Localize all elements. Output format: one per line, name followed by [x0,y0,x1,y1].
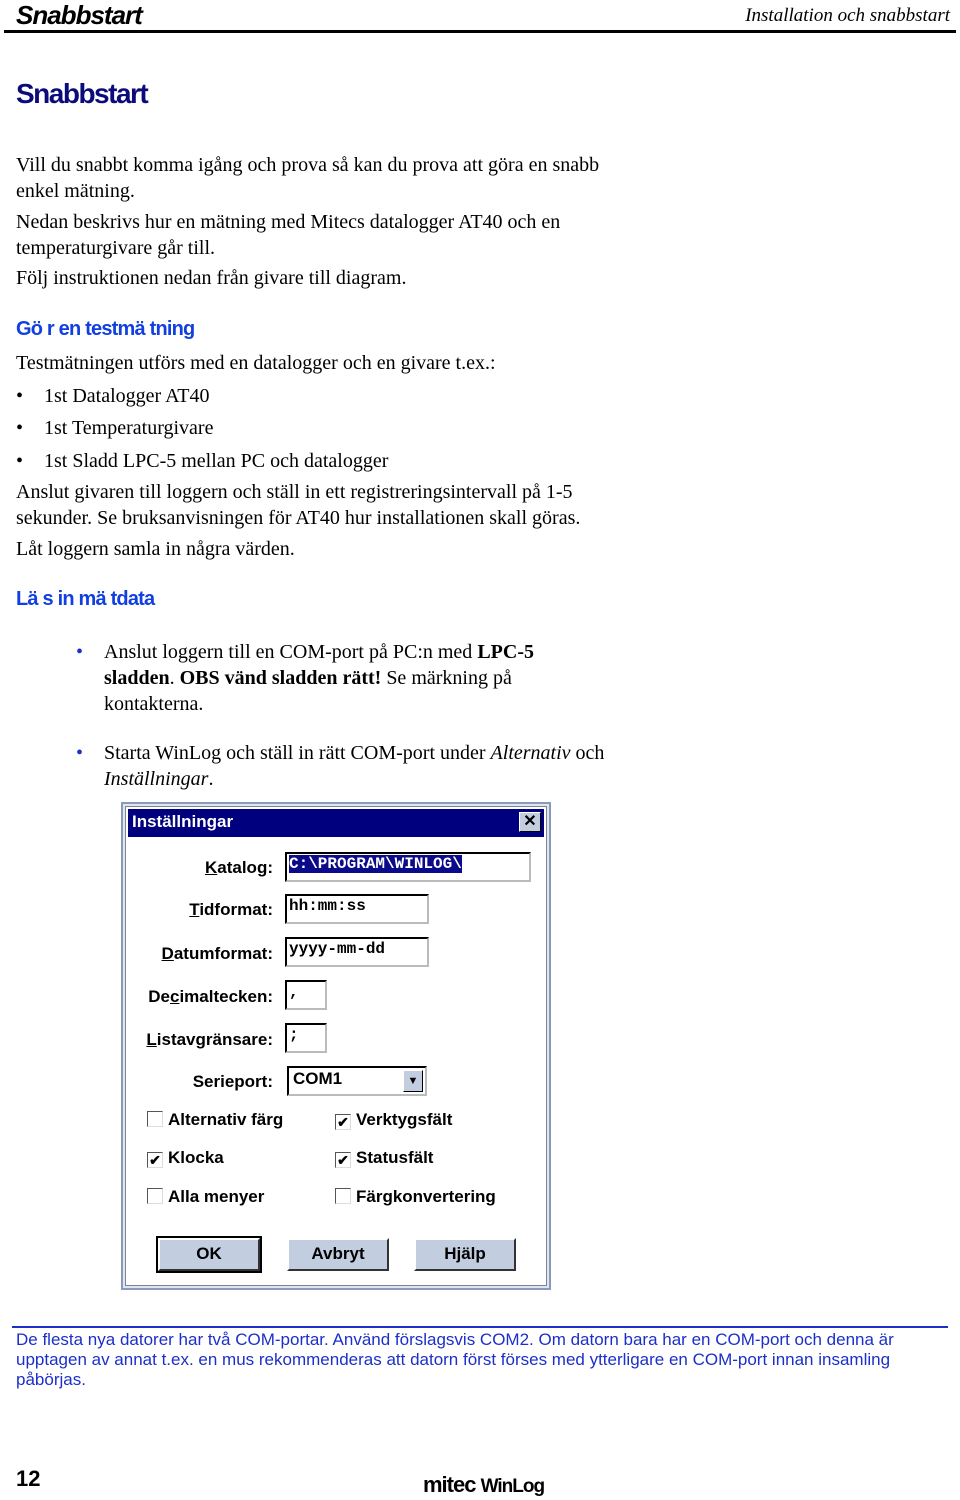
page-title: Snabbstart [16,78,149,109]
checkbox-alla-menyer[interactable]: Alla menyer [147,1187,264,1207]
serieport-label: Serieport: [192,1072,273,1091]
section1-lead: Testmätningen utförs med en datalogger o… [16,352,496,374]
page-number: 12 [16,1466,41,1491]
katalog-input[interactable]: C:\PROGRAM\WINLOG\ [285,852,531,882]
note-rule [12,1326,948,1328]
serieport-select[interactable]: COM1 ▼ [287,1066,427,1096]
decimaltecken-label: Decimaltecken: [148,987,273,1006]
section1-p1: Anslut givaren till loggern och ställ in… [16,481,581,529]
close-icon[interactable]: ✕ [519,812,541,832]
list-item: • 1st Sladd LPC-5 mellan PC och datalogge… [16,450,389,472]
brand-logo: mitec WinLog [423,1472,545,1497]
bullet-icon: • [76,641,84,663]
listavgransare-label: Listavgränsare: [146,1030,273,1049]
checkbox-checked-icon: ✔ [147,1152,163,1168]
section-heading-test: Gö r en testmä tning [16,318,195,340]
dialog-titlebar: Inställningar ✕ [128,809,544,837]
dialog-title: Inställningar [132,812,234,831]
settings-dialog: Inställningar ✕ Katalog: C:\PROGRAM\WINL… [121,802,551,1290]
tidformat-label: Tidformat: [189,900,273,919]
list-item: • Anslut loggern till en COM-port på PC:n… [76,641,534,715]
intro-2: Nedan beskrivs hur en mätning med Mitecs… [16,211,561,259]
datumformat-label: Datumformat: [161,944,273,963]
note-text: De flesta nya datorer har två COM-portar… [16,1330,894,1389]
checkbox-checked-icon: ✔ [335,1114,351,1130]
decimaltecken-input[interactable]: , [285,980,327,1010]
checkbox-icon [147,1188,163,1204]
cancel-button[interactable]: Avbryt [287,1238,389,1271]
checkbox-alternativ-farg[interactable]: Alternativ färg [147,1110,283,1130]
chevron-down-icon[interactable]: ▼ [403,1070,423,1092]
intro-3: Följ instruktionen nedan från givare til… [16,267,407,289]
help-button[interactable]: Hjälp [414,1238,516,1271]
section-heading-read: Lä s in mä tdata [16,588,155,610]
checkbox-icon [147,1111,163,1127]
tidformat-input[interactable]: hh:mm:ss [285,894,429,924]
bullet-icon: • [16,450,24,472]
checkbox-icon [335,1188,351,1204]
katalog-label: Katalog: [204,858,273,877]
checkbox-verktygsfalt[interactable]: ✔ Verktygsfält [335,1110,452,1130]
list-item: • Starta WinLog och ställ in rätt COM-por… [76,742,605,790]
list-item: • 1st Datalogger AT40 [16,385,210,407]
checkbox-statusfalt[interactable]: ✔ Statusfält [335,1148,433,1168]
running-header-chapter: Installation och snabbstart [745,5,950,26]
datumformat-input[interactable]: yyyy-mm-dd [285,937,429,967]
intro-1: Vill du snabbt komma igång och prova så … [16,154,600,202]
listavgransare-input[interactable]: ; [285,1023,327,1053]
running-header-section: Snabbstart [16,0,143,30]
section1-p2: Låt loggern samla in några värden. [16,538,295,560]
bullet-icon: • [16,385,24,407]
checkbox-fargkonvertering[interactable]: Färgkonvertering [335,1187,496,1207]
bullet-icon: • [16,417,24,439]
bullet-icon: • [76,742,84,764]
ok-button[interactable]: OK [156,1236,262,1273]
list-item: • 1st Temperaturgivare [16,417,214,439]
checkbox-checked-icon: ✔ [335,1152,351,1168]
header-rule [4,30,956,33]
checkbox-klocka[interactable]: ✔ Klocka [147,1148,224,1168]
